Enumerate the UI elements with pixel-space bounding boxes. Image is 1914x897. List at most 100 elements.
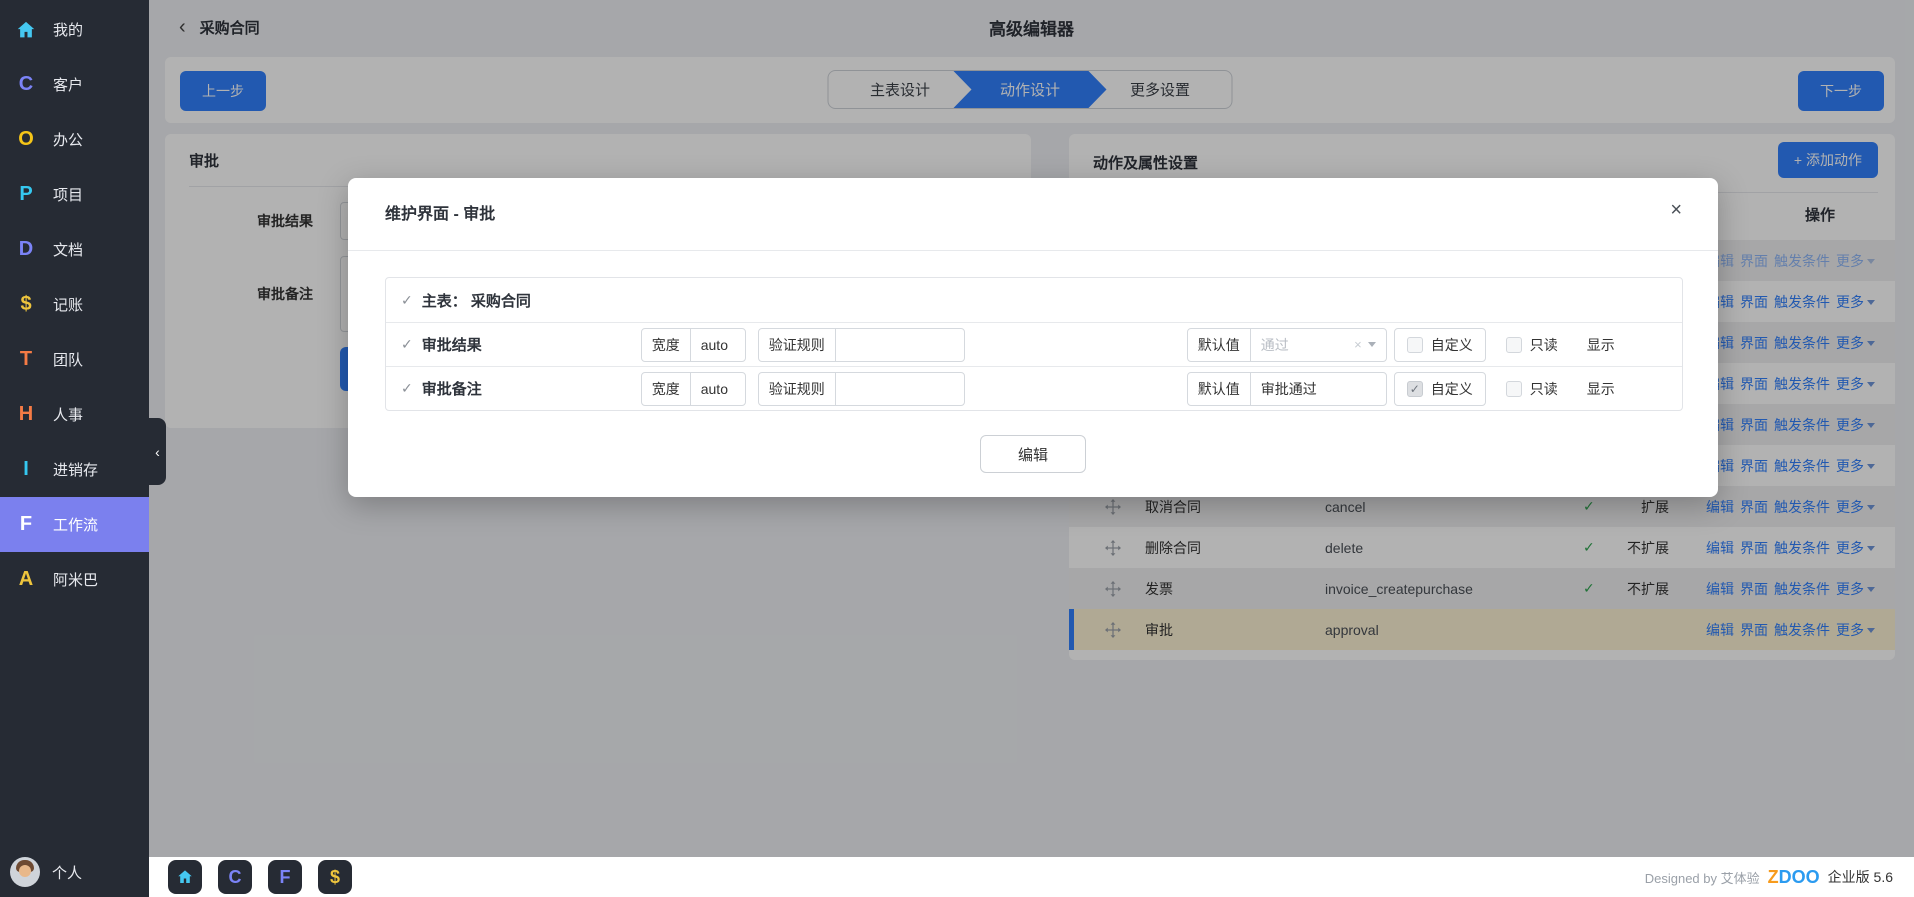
dollar-icon: $: [13, 292, 39, 318]
rule-label: 验证规则: [759, 329, 836, 361]
sidebar-item-label: 团队: [53, 349, 83, 370]
default-input[interactable]: 审批通过: [1251, 373, 1386, 405]
sidebar-item-label: 记账: [53, 294, 83, 315]
sidebar-item-my[interactable]: 我的: [0, 2, 149, 57]
letter-o-icon: O: [13, 127, 39, 153]
default-value: 通过: [1261, 335, 1289, 355]
divider: [348, 250, 1718, 251]
sidebar-item-project[interactable]: P 项目: [0, 167, 149, 222]
display-toggle[interactable]: 显示: [1587, 335, 1615, 355]
avatar: [10, 857, 40, 887]
sidebar-item-inventory[interactable]: I 进销存: [0, 442, 149, 497]
taskbar-workflow-icon[interactable]: F: [268, 860, 302, 894]
custom-checkbox[interactable]: [1407, 337, 1423, 353]
check-icon: ✓: [401, 292, 413, 309]
width-group: 宽度 auto: [641, 328, 746, 362]
sidebar-item-label: 进销存: [53, 459, 98, 480]
field-name: 审批备注: [422, 378, 632, 399]
edition-text: 企业版 5.6: [1828, 867, 1893, 887]
field-row-remark: ✓ 审批备注 宽度 auto 验证规则 默认值 审批通过: [386, 366, 1682, 410]
rule-input[interactable]: [836, 373, 964, 405]
taskbar-accounting-icon[interactable]: $: [318, 860, 352, 894]
sidebar-item-label: 客户: [53, 74, 83, 95]
sidebar-item-team[interactable]: T 团队: [0, 332, 149, 387]
default-label: 默认值: [1188, 329, 1251, 361]
width-label: 宽度: [642, 329, 691, 361]
logo-z: Z: [1768, 867, 1779, 887]
app-root: 我的 C 客户 O 办公 P 项目 D 文档 $ 记账: [0, 0, 1914, 897]
custom-label: 自定义: [1431, 379, 1473, 399]
default-group: 默认值 审批通过: [1187, 372, 1387, 406]
logo-doo: DOO: [1779, 867, 1820, 887]
taskbar-home-icon[interactable]: [168, 860, 202, 894]
sidebar-item-doc[interactable]: D 文档: [0, 222, 149, 277]
chevron-left-icon: ‹: [155, 444, 160, 460]
sidebar-nav: 我的 C 客户 O 办公 P 项目 D 文档 $ 记账: [0, 0, 149, 607]
chevron-down-icon: [1368, 342, 1376, 347]
check-icon: ✓: [401, 380, 413, 397]
sidebar-item-label: 项目: [53, 184, 83, 205]
field-name: 审批结果: [422, 334, 632, 355]
modal-field-table: ✓ 主表： 采购合同 ✓ 审批结果 宽度 auto 验证规则 默认值: [385, 277, 1683, 411]
letter-p-icon: P: [13, 182, 39, 208]
width-input[interactable]: auto: [691, 373, 745, 405]
field-row-result: ✓ 审批结果 宽度 auto 验证规则 默认值 通过 ×: [386, 322, 1682, 366]
sidebar-item-accounting[interactable]: $ 记账: [0, 277, 149, 332]
sidebar-item-label: 我的: [53, 19, 83, 40]
sidebar-collapse-handle[interactable]: ‹: [149, 418, 166, 485]
taskbar-customer-icon[interactable]: C: [218, 860, 252, 894]
check-icon: ✓: [401, 336, 413, 353]
letter-t-icon: T: [13, 347, 39, 373]
sidebar-item-label: 办公: [53, 129, 83, 150]
sidebar-item-hr[interactable]: H 人事: [0, 387, 149, 442]
footer-branding: Designed by 艾体验 ZDOO 企业版 5.6: [1645, 867, 1893, 888]
sidebar-item-amoeba[interactable]: A 阿米巴: [0, 552, 149, 607]
master-table-label: 主表： 采购合同: [422, 290, 531, 311]
sidebar-item-workflow[interactable]: F 工作流: [0, 497, 149, 552]
home-icon: [13, 17, 39, 43]
letter-c-icon: C: [13, 72, 39, 98]
zdoo-logo: ZDOO: [1768, 867, 1820, 888]
default-select[interactable]: 通过 ×: [1251, 329, 1386, 361]
sidebar-item-office[interactable]: O 办公: [0, 112, 149, 167]
readonly-checkbox-group: 只读: [1506, 379, 1558, 399]
modal-title: 维护界面 - 审批: [385, 200, 495, 224]
sidebar: 我的 C 客户 O 办公 P 项目 D 文档 $ 记账: [0, 0, 149, 897]
sidebar-item-label: 文档: [53, 239, 83, 260]
sidebar-item-label: 人事: [53, 404, 83, 425]
maintain-ui-modal: 维护界面 - 审批 × ✓ 主表： 采购合同 ✓ 审批结果 宽度 auto 验证…: [348, 178, 1718, 497]
rule-label: 验证规则: [759, 373, 836, 405]
rule-group: 验证规则: [758, 372, 965, 406]
letter-d-icon: D: [13, 237, 39, 263]
sidebar-item-customer[interactable]: C 客户: [0, 57, 149, 112]
custom-checkbox-group: ✓ 自定义: [1394, 372, 1486, 406]
readonly-label: 只读: [1530, 335, 1558, 355]
master-table-row: ✓ 主表： 采购合同: [386, 278, 1682, 322]
width-group: 宽度 auto: [641, 372, 746, 406]
main-area: ‹ 采购合同 高级编辑器 上一步 主表设计 动作设计 更多设置 下一步 审批 审…: [149, 0, 1914, 897]
user-label: 个人: [52, 862, 82, 883]
letter-f-icon: F: [13, 512, 39, 538]
taskbar-app-icons: C F $: [168, 860, 352, 894]
custom-checkbox-group: 自定义: [1394, 328, 1486, 362]
edit-button[interactable]: 编辑: [980, 435, 1086, 473]
readonly-checkbox[interactable]: [1506, 337, 1522, 353]
sidebar-user[interactable]: 个人: [0, 847, 149, 897]
custom-checkbox[interactable]: ✓: [1407, 381, 1423, 397]
default-label: 默认值: [1188, 373, 1251, 405]
width-input[interactable]: auto: [691, 329, 745, 361]
clear-icon[interactable]: ×: [1354, 337, 1362, 352]
rule-input[interactable]: [836, 329, 964, 361]
rule-group: 验证规则: [758, 328, 965, 362]
display-toggle[interactable]: 显示: [1587, 379, 1615, 399]
readonly-checkbox[interactable]: [1506, 381, 1522, 397]
custom-label: 自定义: [1431, 335, 1473, 355]
letter-a-icon: A: [13, 567, 39, 593]
taskbar: C F $ Designed by 艾体验 ZDOO 企业版 5.6: [149, 857, 1914, 897]
readonly-label: 只读: [1530, 379, 1558, 399]
readonly-checkbox-group: 只读: [1506, 335, 1558, 355]
sidebar-item-label: 阿米巴: [53, 569, 98, 590]
default-group: 默认值 通过 ×: [1187, 328, 1387, 362]
close-icon[interactable]: ×: [1670, 200, 1682, 220]
sidebar-item-label: 工作流: [53, 514, 98, 535]
